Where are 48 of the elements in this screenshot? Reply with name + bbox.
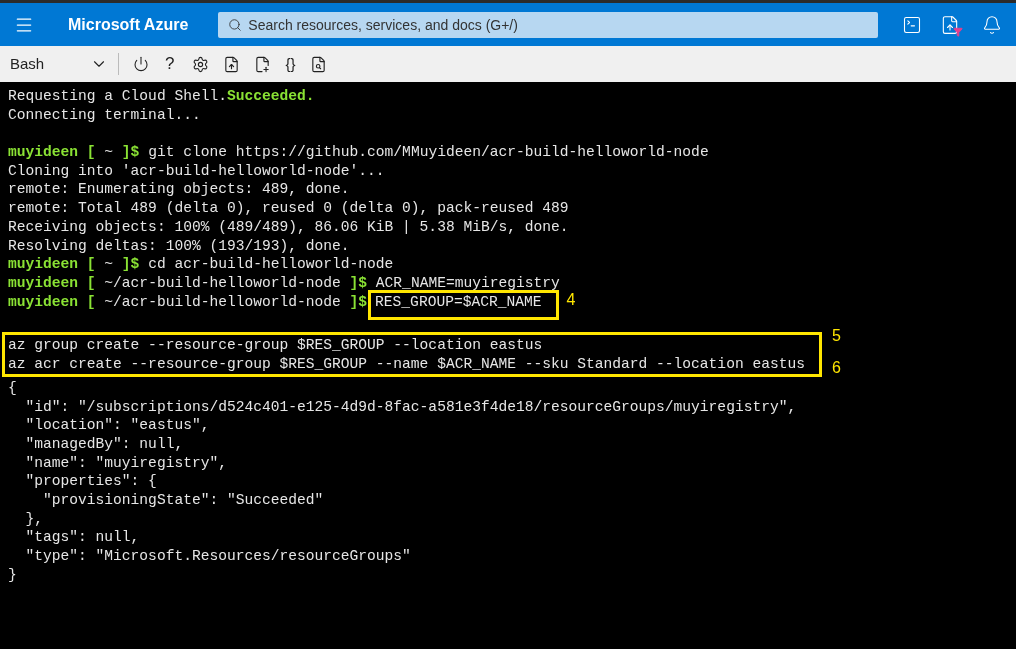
prompt-symbol: [ xyxy=(85,292,97,312)
terminal-text: remote: Enumerating objects: 489, done. xyxy=(8,180,350,200)
prompt-symbol: ]$ xyxy=(120,255,140,274)
terminal-text: }, xyxy=(24,509,44,529)
prompt-user: muyideen xyxy=(8,143,79,162)
terminal-text: "provisioningState": "Succeeded" xyxy=(42,491,324,510)
terminal-text: "name": "muyiregistry", xyxy=(24,453,227,473)
terminal-command: az acr create --resource-group $RES_GROUP --name $ACR_NAME --sku Standard --location eastus xyxy=(8,354,805,374)
terminal-text: remote: Total 489 (delta 0), reused 0 (delta 0), pack-reused 489 xyxy=(8,199,569,218)
annotation-number: 4 xyxy=(566,290,576,310)
terminal-text: ~/acr-build-helloworld-node xyxy=(104,292,341,312)
prompt-symbol: [ xyxy=(85,255,97,274)
prompt-symbol: [ xyxy=(85,143,97,162)
highlighted-command: RES_GROUP=$ACR_NAME xyxy=(368,289,559,320)
terminal-text: } xyxy=(8,565,17,585)
terminal-text: Cloning into 'acr-build-helloworld-node'... xyxy=(8,161,385,181)
prompt-user: muyideen xyxy=(8,255,79,274)
status-text: Succeeded. xyxy=(226,87,315,106)
help-button[interactable]: ? xyxy=(165,51,175,77)
terminal-text: "location": "eastus", xyxy=(24,416,210,435)
terminal-text: git clone https://github.com/MMuyideen/acr-build-helloworld-node xyxy=(147,143,709,162)
terminal-text: ~ xyxy=(104,143,114,162)
search-field[interactable]: Search resources, services, and docs (G+/) xyxy=(218,11,879,38)
terminal-text: "id": "/subscriptions/d524c401-e125-4d9d-8fac-a581e3f4de18/resourceGroups/muyiregistry", xyxy=(24,397,797,417)
annotation-number: 6 xyxy=(831,357,841,378)
terminal-text: "managedBy": null, xyxy=(24,435,184,454)
terminal-text: "tags": null, xyxy=(24,528,140,548)
terminal-text: Resolving deltas: 100% (193/193), done. xyxy=(8,236,350,256)
terminal-text: cd acr-build-helloworld-node xyxy=(147,255,394,274)
prompt-symbol: ]$ xyxy=(120,143,140,162)
terminal-text: Requesting a Cloud Shell. xyxy=(8,87,227,106)
brand-title[interactable]: Microsoft Azure xyxy=(68,12,189,37)
editor-button[interactable]: {} xyxy=(285,52,296,76)
terminal-text: "type": "Microsoft.Resources/resourceGroups" xyxy=(24,547,411,566)
prompt-symbol: ]$ xyxy=(348,273,368,293)
terminal-text: ~/acr-build-helloworld-node xyxy=(104,273,341,293)
prompt-user: muyideen xyxy=(8,273,79,293)
terminal-text: ~ xyxy=(104,255,114,274)
terminal-text: Receiving objects: 100% (489/489), 86.06 KiB | 5.38 MiB/s, done. xyxy=(8,217,569,237)
prompt-symbol: ]$ xyxy=(348,292,368,312)
terminal-text: { xyxy=(8,378,17,398)
shell-selector[interactable]: Bash xyxy=(10,52,108,76)
prompt-user: muyideen xyxy=(8,292,79,312)
prompt-symbol: [ xyxy=(85,273,97,293)
terminal-text: "properties": { xyxy=(24,472,157,492)
annotation-number: 5 xyxy=(831,325,841,346)
terminal-text: Connecting terminal... xyxy=(8,105,201,125)
terminal-command: az group create --resource-group $RES_GROUP --location eastus xyxy=(8,335,544,355)
